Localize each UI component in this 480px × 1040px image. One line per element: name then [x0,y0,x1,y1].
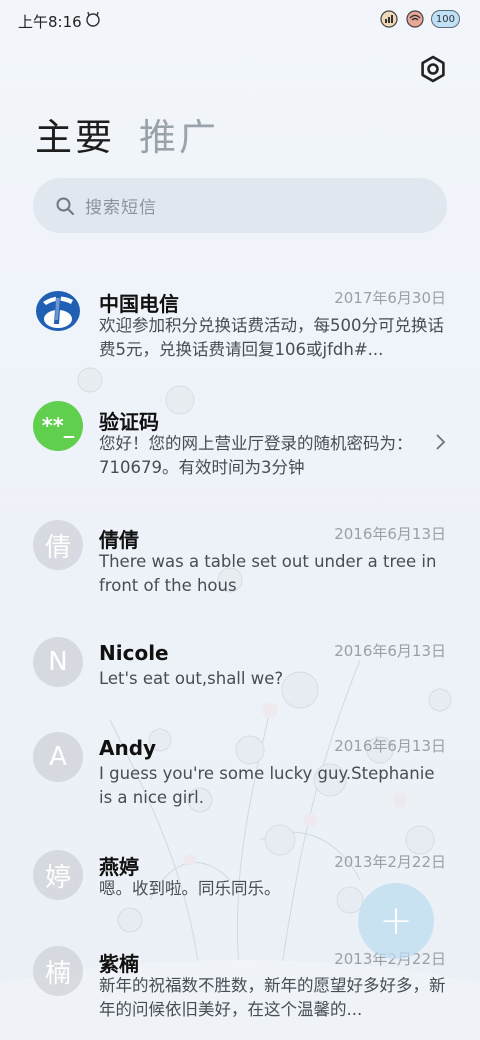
contact-name: Andy [99,736,157,760]
chevron-right-icon[interactable] [434,433,446,451]
plus-icon: + [379,898,413,944]
status-bar: 上午8:16 100 [0,0,480,42]
conversation-item-verification[interactable]: **_ 验证码 您好！您的网上营业厅登录的随机密码为：710679。有效时间为3… [0,390,480,490]
conversation-item-nicole[interactable]: N Nicole 2016年6月13日 Let's eat out,shall … [0,625,480,705]
message-preview: 新年的祝福数不胜数，新年的愿望好多好多，新年的问候依旧美好，在这个温馨的... [99,976,446,1019]
message-preview: 您好！您的网上营业厅登录的随机密码为：710679。有效时间为3分钟 [99,434,413,477]
new-message-button[interactable]: + [358,883,434,959]
contact-name: 倩倩 [99,528,139,552]
contact-name: 燕婷 [99,855,139,879]
contact-name: Nicole [99,641,169,665]
signal-icon [380,10,398,28]
message-preview: 欢迎参加积分兑换话费活动，每500分可兑换话费5元，兑换话费请回复106或jfd… [99,316,444,359]
tab-main[interactable]: 主要 [35,112,115,164]
contact-name: 中国电信 [99,292,179,316]
notification-icon [86,11,100,27]
conversation-item-china-telecom[interactable]: 中国电信 2017年6月30日 欢迎参加积分兑换话费活动，每500分可兑换话费5… [0,270,480,380]
tab-promotions[interactable]: 推广 [139,112,219,164]
avatar-text: 婷 [44,862,71,893]
avatar: 楠 [33,946,83,996]
avatar: **_ [33,401,83,451]
avatar: A [33,732,83,782]
avatar-text: 楠 [44,958,71,989]
avatar-text: A [49,742,67,772]
message-date: 2013年2月22日 [334,853,446,871]
search-icon [56,197,74,215]
avatar: N [33,637,83,687]
avatar-text: N [48,647,68,677]
conversation-item-qianqian[interactable]: 倩 倩倩 2016年6月13日 There was a table set ou… [0,508,480,608]
message-preview: I guess you're some lucky guy.Stephanie … [99,764,435,807]
avatar: 婷 [33,850,83,900]
battery-indicator: 100 [430,10,460,28]
wifi-icon [406,10,424,28]
message-preview: Let's eat out,shall we? [99,669,284,688]
avatar: 倩 [33,520,83,570]
conversation-item-andy[interactable]: A Andy 2016年6月13日 I guess you're some lu… [0,720,480,820]
search-placeholder: 搜索短信 [85,198,157,218]
settings-icon[interactable] [418,54,448,84]
china-telecom-logo-icon [33,284,83,334]
avatar-text: 倩 [44,532,71,563]
message-date: 2016年6月13日 [334,642,446,660]
message-preview: There was a table set out under a tree i… [99,552,437,595]
status-time: 上午8:16 [18,13,82,31]
avatar-text: **_ [41,414,75,438]
contact-name: 紫楠 [99,952,139,976]
tab-bar: 主要 推广 [35,112,219,164]
contact-name: 验证码 [99,410,159,434]
message-date: 2016年6月13日 [334,737,446,755]
search-bar[interactable]: 搜索短信 [33,178,447,233]
message-date: 2016年6月13日 [334,525,446,543]
message-date: 2017年6月30日 [334,289,446,307]
